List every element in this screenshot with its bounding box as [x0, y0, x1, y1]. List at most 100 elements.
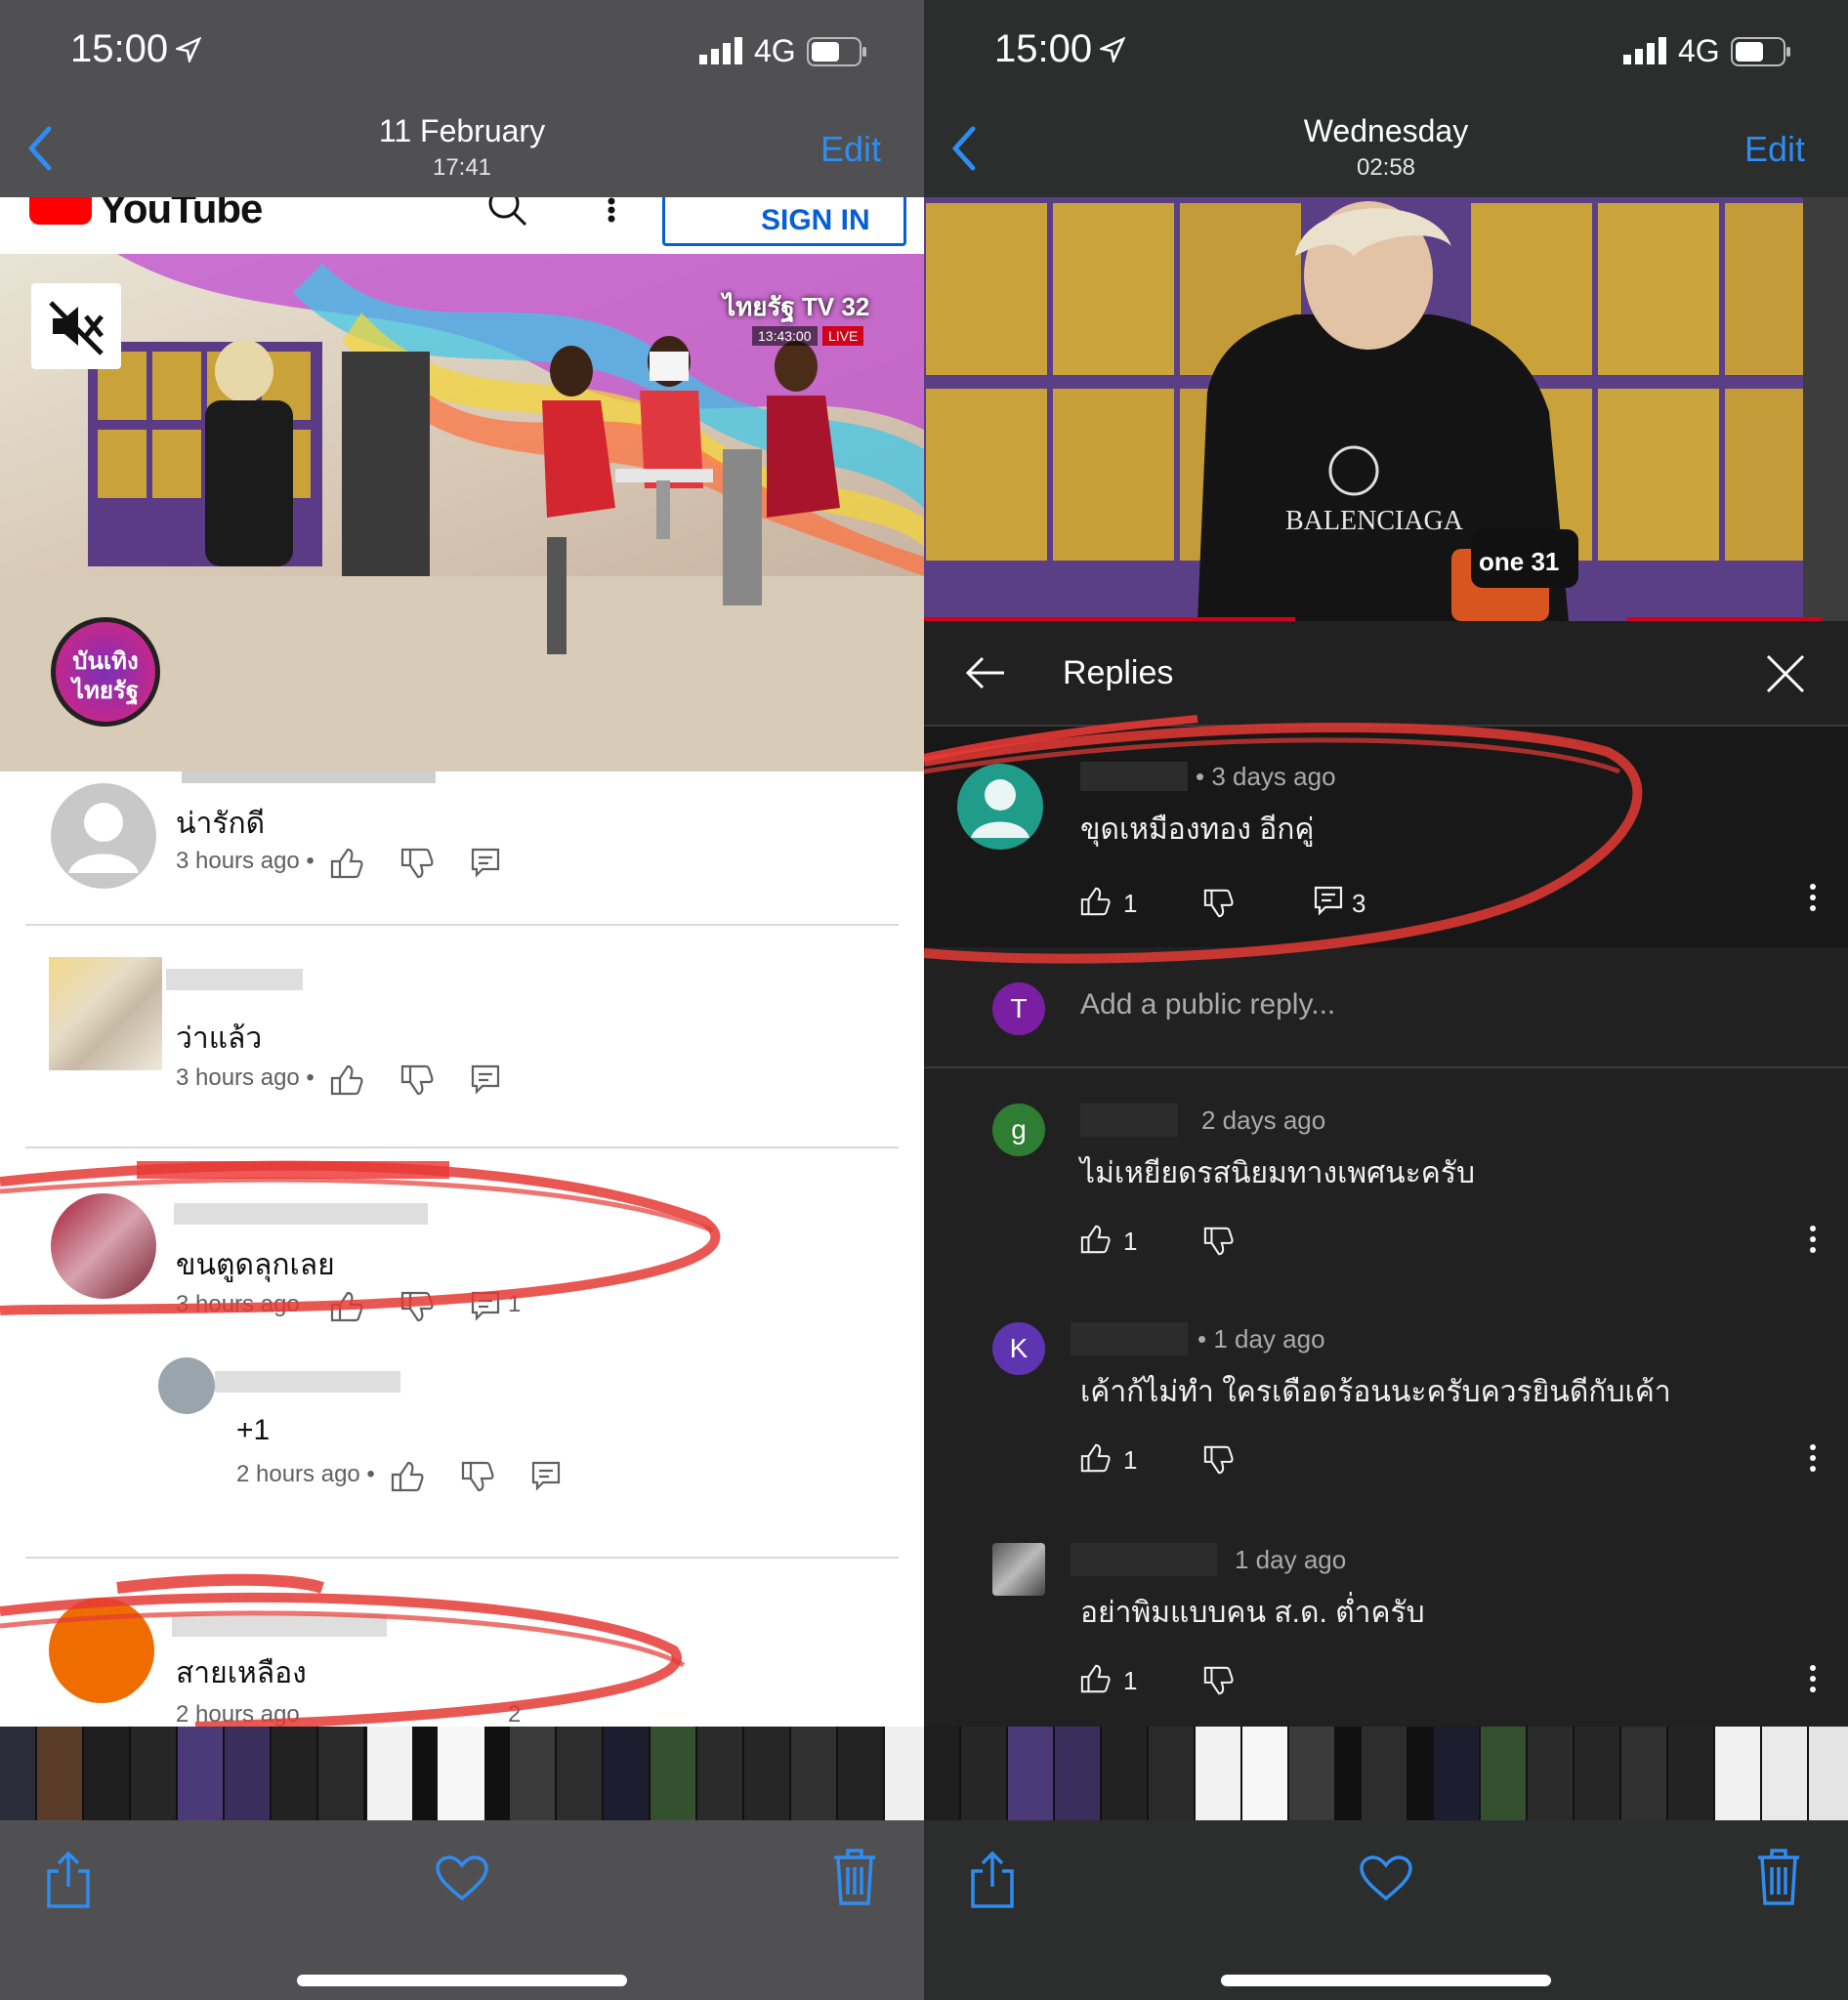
dislike-icon[interactable] — [1203, 1443, 1235, 1477]
more-icon[interactable] — [1809, 883, 1817, 912]
like-icon[interactable] — [1080, 885, 1112, 918]
thumbnail[interactable] — [1102, 1727, 1147, 1820]
like-icon[interactable] — [1080, 1223, 1112, 1256]
thumbnail[interactable] — [1434, 1727, 1479, 1820]
thumbnail[interactable] — [1528, 1727, 1573, 1820]
like-icon[interactable] — [1080, 1662, 1112, 1695]
comment-list[interactable]: น่ารักดี 3 hours ago • ว่าแล้ว 3 hours a… — [0, 771, 924, 1727]
comment-text: สายเหลือง — [176, 1657, 307, 1689]
back-chevron-icon[interactable] — [25, 125, 55, 172]
reply-count[interactable]: 3 — [1352, 889, 1365, 919]
thumbnail[interactable] — [367, 1727, 412, 1820]
avatar[interactable] — [51, 783, 156, 889]
network-type: 4G — [754, 33, 796, 68]
photo-time: 17:41 — [432, 154, 492, 181]
thumbnail[interactable] — [1762, 1727, 1807, 1820]
close-icon[interactable] — [1766, 654, 1805, 693]
add-reply-row[interactable]: T Add a public reply... — [924, 947, 1848, 1068]
thumbnail[interactable] — [1055, 1727, 1100, 1820]
thumbnail[interactable] — [604, 1727, 649, 1820]
thumbnail[interactable] — [438, 1727, 484, 1820]
more-icon[interactable] — [1809, 1443, 1817, 1473]
edit-button[interactable]: Edit — [1744, 129, 1805, 170]
comment-time: • 1 day ago — [1197, 1324, 1325, 1354]
sign-in-label: SIGN IN — [761, 204, 870, 236]
thumbnail[interactable] — [318, 1727, 363, 1820]
more-icon[interactable] — [1809, 1664, 1817, 1693]
youtube-logo-text[interactable]: YouTube — [100, 197, 263, 232]
heart-icon[interactable] — [1360, 1855, 1412, 1902]
comment-text: ไม่เหยียดรสนิยมทางเพศนะครับ — [1080, 1157, 1476, 1189]
thumbnail[interactable] — [697, 1727, 742, 1820]
video-player[interactable]: ไทยรัฐ TV 32 13:43:00 LIVE บันเทิง ไทยรั… — [0, 254, 924, 771]
more-icon[interactable] — [1809, 1225, 1817, 1254]
thumbnail[interactable] — [225, 1727, 270, 1820]
divider — [25, 1146, 899, 1148]
avatar[interactable] — [49, 1598, 154, 1703]
comment-item: ว่าแล้ว 3 hours ago • — [0, 957, 924, 1113]
thumbnail[interactable] — [0, 1727, 35, 1820]
reply-count[interactable]: 2 — [508, 1701, 521, 1727]
thumbnail[interactable] — [1481, 1727, 1526, 1820]
avatar[interactable] — [158, 1357, 215, 1414]
thumbnail[interactable] — [1242, 1727, 1287, 1820]
thumbnail[interactable] — [1149, 1727, 1194, 1820]
back-arrow-icon[interactable] — [965, 654, 1006, 691]
thumbnail-strip[interactable] — [0, 1727, 924, 1820]
back-chevron-icon[interactable] — [949, 125, 979, 172]
youtube-logo-icon[interactable] — [29, 197, 92, 225]
avatar[interactable] — [49, 957, 162, 1070]
replies-icon[interactable] — [1313, 885, 1344, 916]
thumbnail[interactable] — [744, 1727, 789, 1820]
thumbnail[interactable] — [272, 1727, 316, 1820]
avatar[interactable] — [957, 764, 1043, 850]
thumbnail[interactable] — [1362, 1727, 1407, 1820]
dislike-icon[interactable] — [1203, 1225, 1235, 1258]
thumbnail[interactable] — [1575, 1727, 1619, 1820]
heart-icon[interactable] — [436, 1855, 488, 1902]
thumbnail[interactable] — [37, 1727, 82, 1820]
avatar[interactable] — [992, 1543, 1045, 1596]
sign-in-button[interactable]: SIGN IN — [662, 197, 906, 246]
thumbnail[interactable] — [651, 1727, 695, 1820]
thumbnail[interactable] — [885, 1727, 924, 1820]
show-logo: บันเทิง ไทยรัฐ — [51, 617, 160, 727]
video-player[interactable]: BALENCIAGA one 31 — [924, 197, 1848, 621]
avatar[interactable]: K — [992, 1322, 1045, 1375]
thumbnail[interactable] — [1008, 1727, 1053, 1820]
thumbnail[interactable] — [510, 1727, 555, 1820]
default-avatar-icon — [971, 779, 1029, 838]
edit-button[interactable]: Edit — [820, 129, 881, 170]
comment-item: สายเหลือง 2 hours ago 2 — [0, 1598, 924, 1727]
trash-icon[interactable] — [832, 1848, 877, 1906]
dislike-icon[interactable] — [1203, 887, 1235, 920]
thumbnail[interactable] — [1668, 1727, 1713, 1820]
thumbnail[interactable] — [84, 1727, 129, 1820]
thumbnail[interactable] — [131, 1727, 176, 1820]
thumbnail[interactable] — [1621, 1727, 1666, 1820]
avatar[interactable] — [51, 1193, 156, 1299]
thumbnail[interactable] — [178, 1727, 223, 1820]
thumbnail[interactable] — [1289, 1727, 1334, 1820]
trash-icon[interactable] — [1756, 1848, 1801, 1906]
share-icon[interactable] — [969, 1850, 1016, 1910]
reply-count[interactable]: 1 — [508, 1291, 521, 1318]
mute-button[interactable] — [31, 283, 121, 369]
thumbnail[interactable] — [924, 1727, 959, 1820]
avatar[interactable]: g — [992, 1104, 1045, 1156]
comment-actions — [330, 848, 500, 879]
like-icon[interactable] — [1080, 1441, 1112, 1475]
thumbnail[interactable] — [1196, 1727, 1240, 1820]
thumbnail[interactable] — [1715, 1727, 1760, 1820]
reply-input[interactable]: Add a public reply... — [1080, 988, 1335, 1021]
thumbnail[interactable] — [838, 1727, 883, 1820]
dislike-icon[interactable] — [1203, 1664, 1235, 1697]
thumbnail[interactable] — [557, 1727, 602, 1820]
thumbnail[interactable] — [961, 1727, 1006, 1820]
thumbnail-strip[interactable] — [924, 1727, 1848, 1820]
thumbnail[interactable] — [791, 1727, 836, 1820]
share-icon[interactable] — [45, 1850, 92, 1910]
more-icon[interactable] — [606, 197, 617, 223]
thumbnail[interactable] — [1809, 1727, 1848, 1820]
search-icon[interactable] — [484, 197, 531, 230]
